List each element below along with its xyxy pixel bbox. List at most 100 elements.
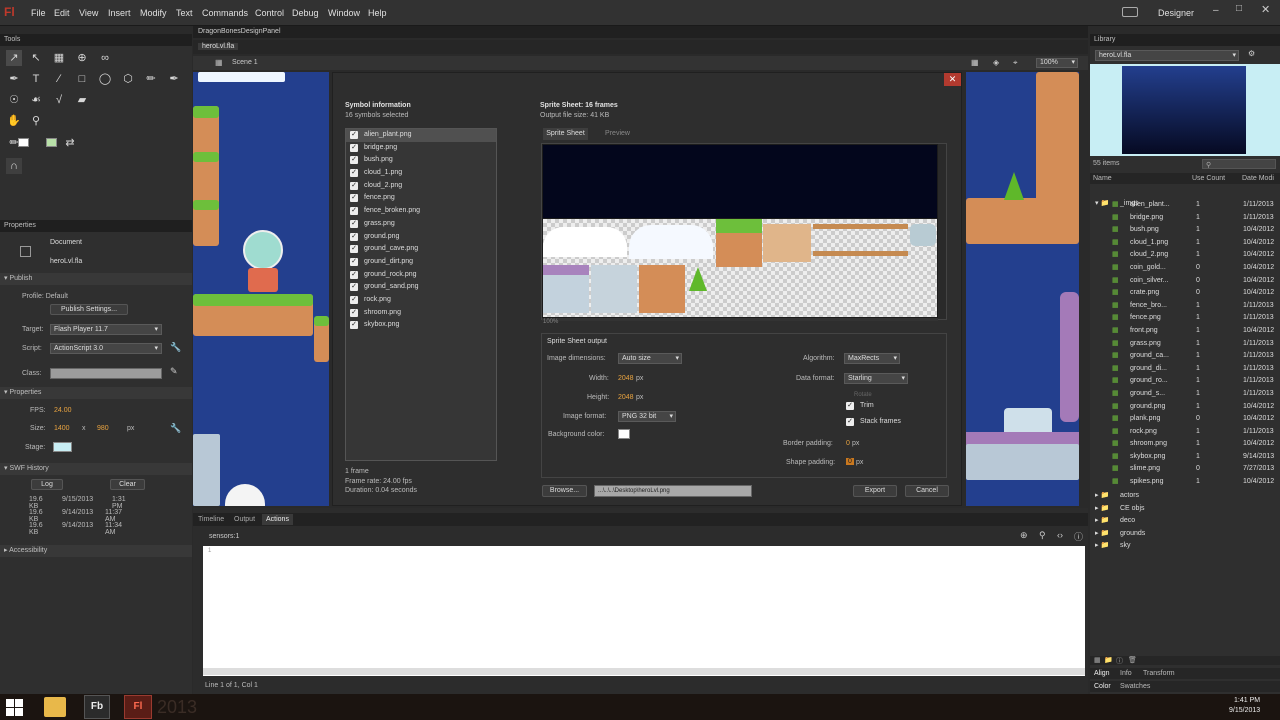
herolvl-tab[interactable]: heroLvl.fla <box>198 43 239 50</box>
file-explorer-icon[interactable] <box>44 697 66 717</box>
tab-transform[interactable]: Transform <box>1143 670 1175 677</box>
hand-tool-icon[interactable]: ✋ <box>6 113 22 129</box>
width-value[interactable]: 2048 <box>618 375 634 382</box>
windows-start-icon[interactable] <box>6 699 23 716</box>
code-editor[interactable]: 1 <box>203 546 1085 676</box>
library-item[interactable]: ▦ ground_ro... 1 1/11/2013 <box>1090 375 1280 388</box>
flash-pro-taskbar-icon[interactable]: Fl <box>124 695 152 719</box>
symbol-item[interactable]: ✓ fence_broken.png <box>346 205 496 218</box>
properties-section[interactable]: ▾ Properties <box>0 387 192 399</box>
symbol-item[interactable]: ✓ alien_plant.png <box>346 129 496 142</box>
library-folder[interactable]: ▸ 📁 actors <box>1090 490 1280 503</box>
free-transform-icon[interactable]: ▦ <box>51 50 67 66</box>
eraser-icon[interactable]: ▰ <box>74 92 90 108</box>
tab-timeline[interactable]: Timeline <box>198 516 224 523</box>
symbol-item[interactable]: ✓ cloud_2.png <box>346 180 496 193</box>
target-select[interactable]: Flash Player 11.7 ▾ <box>50 324 162 335</box>
menu-insert[interactable]: Insert <box>108 8 131 18</box>
swap-colors-icon[interactable]: ⇄ <box>62 135 78 151</box>
workspace-switcher[interactable]: Designer <box>1158 8 1194 18</box>
symbol-item[interactable]: ✓ ground.png <box>346 231 496 244</box>
data-format-select[interactable]: Starling ▾ <box>844 373 908 384</box>
flash-builder-icon[interactable]: Fb <box>84 695 110 719</box>
library-item[interactable]: ▦ shroom.png 1 10/4/2012 <box>1090 438 1280 451</box>
eyedropper-icon[interactable]: √ <box>51 92 67 108</box>
col-use-count[interactable]: Use Count <box>1192 175 1225 182</box>
shape-padding-value[interactable]: 0 <box>846 458 854 465</box>
image-dimensions-select[interactable]: Auto size ▾ <box>618 353 682 364</box>
delete-icon[interactable]: 🗑 <box>1128 656 1137 664</box>
new-folder-icon[interactable]: 📁 <box>1104 656 1113 664</box>
symbol-item[interactable]: ✓ grass.png <box>346 218 496 231</box>
publish-settings-button[interactable]: Publish Settings... <box>50 304 128 315</box>
pin-icon[interactable]: ⚙ <box>1248 49 1255 58</box>
library-item[interactable]: ▦ ground.png 1 10/4/2012 <box>1090 401 1280 414</box>
subselection-tool-icon[interactable]: ↖ <box>28 50 44 66</box>
selection-tool-icon[interactable]: ↗ <box>6 50 22 66</box>
library-item[interactable]: ▦ spikes.png 1 10/4/2012 <box>1090 476 1280 489</box>
code-hscroll[interactable] <box>203 668 1085 675</box>
snap-magnet-icon[interactable]: ∩ <box>6 158 22 174</box>
text-tool-icon[interactable]: T <box>28 71 44 87</box>
library-item[interactable]: ▦ front.png 1 10/4/2012 <box>1090 325 1280 338</box>
fps-value[interactable]: 24.00 <box>54 407 72 414</box>
symbol-item[interactable]: ✓ bridge.png <box>346 142 496 155</box>
edit-class-icon[interactable]: ✎ <box>170 366 178 377</box>
symbol-item[interactable]: ✓ rock.png <box>346 294 496 307</box>
edit-symbol-icon[interactable]: ◈ <box>993 58 999 67</box>
symbol-item[interactable]: ✓ cloud_1.png <box>346 167 496 180</box>
library-item[interactable]: ▦ fence_bro... 1 1/11/2013 <box>1090 300 1280 313</box>
close-icon[interactable]: ✕ <box>1261 3 1270 16</box>
stroke-swatch[interactable] <box>18 138 29 147</box>
export-button[interactable]: Export <box>853 485 897 497</box>
library-item[interactable]: ▦ crate.png 0 10/4/2012 <box>1090 287 1280 300</box>
symbol-item[interactable]: ✓ ground_dirt.png <box>346 256 496 269</box>
tab-sprite-sheet[interactable]: Sprite Sheet <box>543 128 588 140</box>
tab-color[interactable]: Color <box>1094 683 1111 690</box>
tab-swatches[interactable]: Swatches <box>1120 683 1150 690</box>
menu-file[interactable]: File <box>31 8 46 18</box>
polystar-tool-icon[interactable]: ⬡ <box>120 71 136 87</box>
library-item[interactable]: ▦ coin_gold... 0 10/4/2012 <box>1090 262 1280 275</box>
tab-output[interactable]: Output <box>234 516 255 523</box>
tab-actions[interactable]: Actions <box>262 514 293 525</box>
pen-tool-icon[interactable]: ✒ <box>6 71 22 87</box>
trim-checkbox[interactable]: ✓ Trim <box>844 400 874 411</box>
symbol-item[interactable]: ✓ ground_sand.png <box>346 281 496 294</box>
library-file-select[interactable]: heroLvl.fla ▾ <box>1095 50 1239 61</box>
actions-breadcrumb[interactable]: sensors:1 <box>209 533 239 540</box>
algorithm-select[interactable]: MaxRects ▾ <box>844 353 900 364</box>
center-stage-icon[interactable]: ⌖ <box>1013 58 1018 68</box>
symbol-item[interactable]: ✓ ground_rock.png <box>346 269 496 282</box>
new-symbol-icon[interactable]: ▦ <box>1094 656 1101 664</box>
stage-left-view[interactable] <box>193 72 329 506</box>
symbol-item[interactable]: ✓ ground_cave.png <box>346 243 496 256</box>
menu-debug[interactable]: Debug <box>292 8 319 18</box>
library-folder[interactable]: ▸ 📁 CE objs <box>1090 503 1280 516</box>
library-item[interactable]: ▦ cloud_1.png 1 10/4/2012 <box>1090 237 1280 250</box>
menu-view[interactable]: View <box>79 8 98 18</box>
target-icon[interactable]: ⊕ <box>1020 530 1028 541</box>
menu-commands[interactable]: Commands <box>202 8 248 18</box>
log-button[interactable]: Log <box>31 479 63 490</box>
lasso-icon[interactable]: ∞ <box>97 50 113 66</box>
library-item[interactable]: ▦ bush.png 1 10/4/2012 <box>1090 224 1280 237</box>
browse-button[interactable]: Browse... <box>542 485 587 497</box>
wrench-icon[interactable]: 🔧 <box>170 342 181 353</box>
library-folder[interactable]: ▸ 📁 deco <box>1090 515 1280 528</box>
library-item[interactable]: ▦ ground_ca... 1 1/11/2013 <box>1090 350 1280 363</box>
zoom-tool-icon[interactable]: ⚲ <box>28 113 44 129</box>
find-icon[interactable]: ⚲ <box>1039 530 1046 541</box>
export-path-input[interactable]: ...\..\..\Desktop\heroLvl.png <box>594 485 752 497</box>
preview-vscroll[interactable] <box>938 144 946 319</box>
menu-edit[interactable]: Edit <box>54 8 70 18</box>
symbol-item[interactable]: ✓ fence.png <box>346 192 496 205</box>
library-item[interactable]: ▦ slime.png 0 7/27/2013 <box>1090 463 1280 476</box>
scene-label[interactable]: Scene 1 <box>232 59 258 66</box>
maximize-icon[interactable]: □ <box>1236 3 1242 14</box>
accessibility-section[interactable]: ▸ Accessibility <box>0 545 192 557</box>
border-padding-value[interactable]: 0 <box>846 440 850 447</box>
menu-window[interactable]: Window <box>328 8 360 18</box>
zoom-select[interactable]: 100% ▾ <box>1036 58 1078 68</box>
menu-modify[interactable]: Modify <box>140 8 167 18</box>
